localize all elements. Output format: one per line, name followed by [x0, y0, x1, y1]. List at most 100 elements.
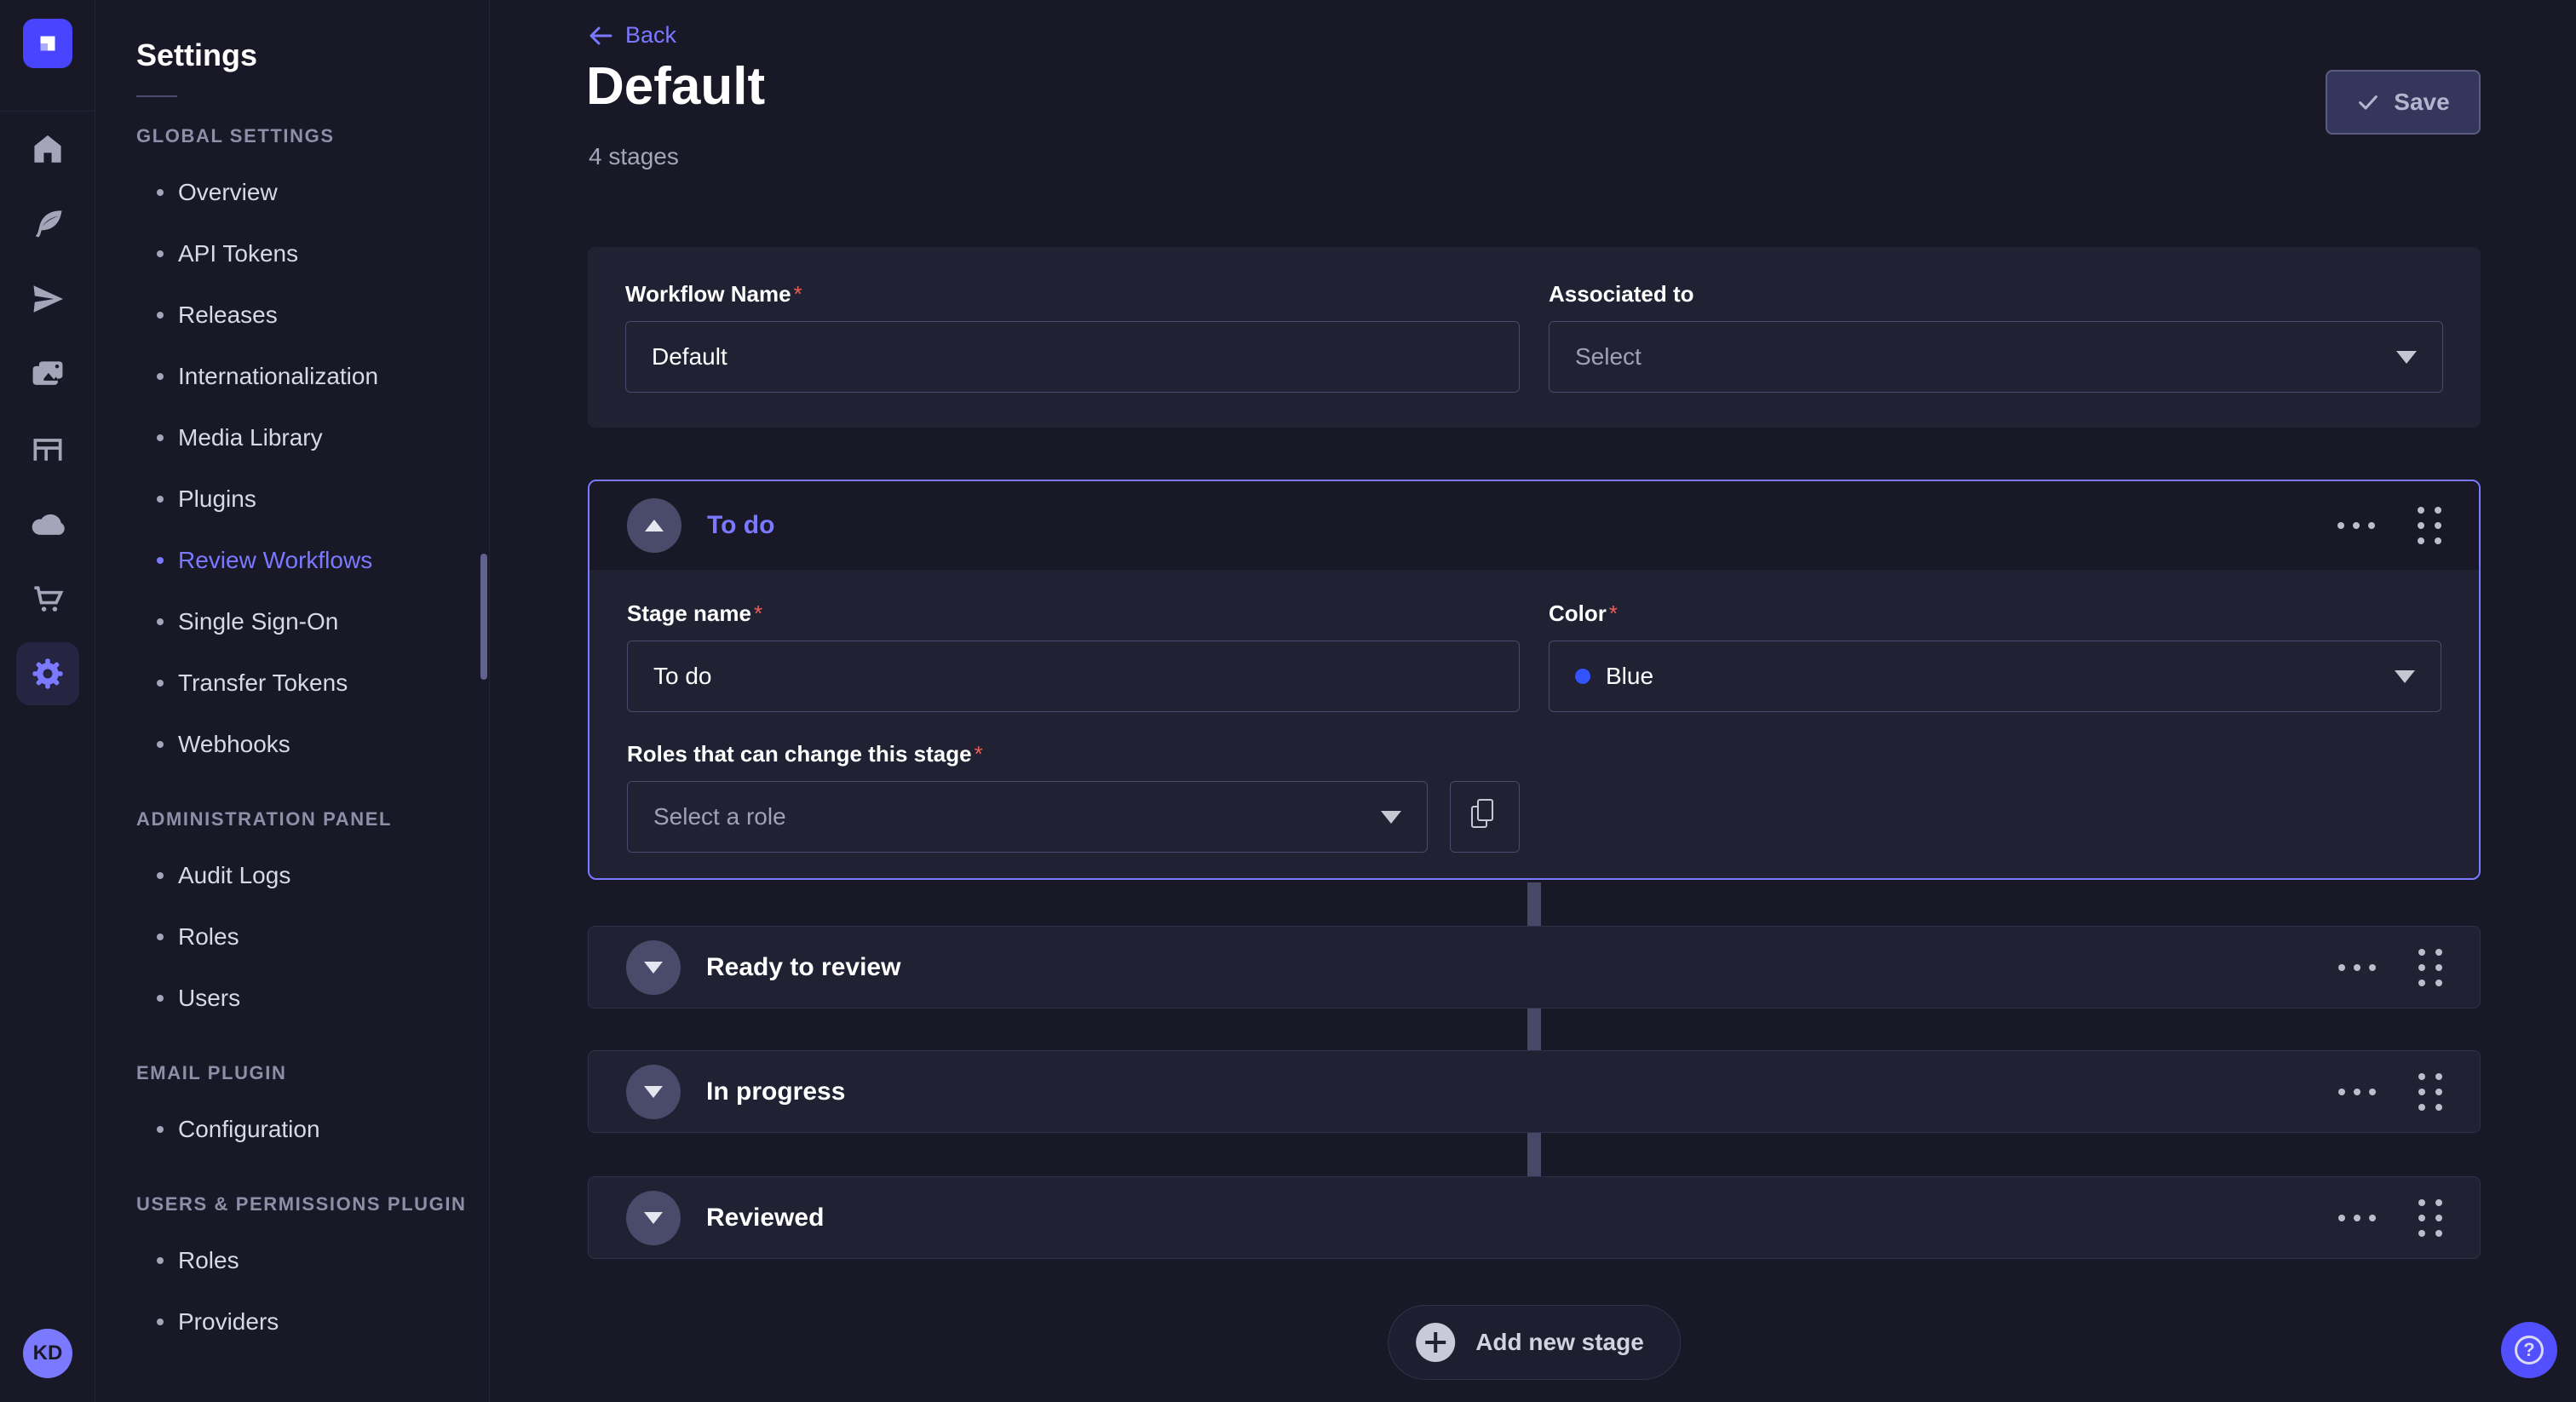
- bullet-icon: [157, 995, 164, 1002]
- bullet-icon: [157, 557, 164, 564]
- save-button[interactable]: Save: [2326, 70, 2481, 135]
- settings-gear-icon[interactable]: [0, 636, 95, 711]
- section-administration-panel: ADMINISTRATION PANEL: [136, 806, 489, 833]
- workflow-name-label: Workflow Name: [625, 281, 791, 307]
- drag-handle-icon[interactable]: [2418, 507, 2441, 544]
- layout-panels-icon[interactable]: [0, 411, 95, 486]
- user-avatar[interactable]: KD: [23, 1329, 72, 1378]
- stage-name-text: Reviewed: [706, 1204, 824, 1232]
- add-new-stage-button[interactable]: Add new stage: [1388, 1305, 1681, 1380]
- home-icon[interactable]: [0, 112, 95, 187]
- more-options-icon[interactable]: [2337, 1208, 2378, 1228]
- color-label: Color: [1549, 600, 1607, 626]
- more-options-icon[interactable]: [2336, 515, 2377, 536]
- bullet-icon: [157, 1257, 164, 1264]
- bullet-icon: [157, 934, 164, 940]
- plus-icon: [1416, 1323, 1455, 1362]
- media-images-icon[interactable]: [0, 336, 95, 411]
- check-icon: [2356, 90, 2380, 114]
- feather-content-icon[interactable]: [0, 187, 95, 261]
- more-options-icon[interactable]: [2337, 957, 2378, 978]
- bullet-icon: [157, 741, 164, 748]
- color-select[interactable]: Blue: [1549, 641, 2441, 712]
- stage-name-text: Ready to review: [706, 953, 900, 982]
- sidebar-nav: GLOBAL SETTINGS Overview API Tokens Rele…: [96, 123, 489, 1353]
- bullet-icon: [157, 189, 164, 196]
- stage-card-to-do: To do Stage name* Color*: [588, 480, 2481, 880]
- required-asterisk: *: [1609, 600, 1618, 626]
- required-asterisk: *: [794, 281, 802, 307]
- strapi-settings-app: KD Settings GLOBAL SETTINGS Overview API…: [0, 0, 2576, 1402]
- sidebar-item-review-workflows[interactable]: Review Workflows: [96, 530, 489, 591]
- sidebar-title: Settings: [136, 37, 489, 73]
- sidebar-item-overview[interactable]: Overview: [96, 162, 489, 223]
- sidebar-item-audit-logs[interactable]: Audit Logs: [96, 845, 489, 906]
- drag-handle-icon[interactable]: [2418, 1073, 2442, 1111]
- sidebar-scrollbar-thumb[interactable]: [480, 554, 487, 680]
- sidebar-item-admin-roles[interactable]: Roles: [96, 906, 489, 968]
- sidebar-item-internationalization[interactable]: Internationalization: [96, 346, 489, 407]
- bullet-icon: [157, 434, 164, 441]
- section-users-permissions-plugin: USERS & PERMISSIONS PLUGIN: [136, 1191, 489, 1218]
- back-arrow-icon: [588, 26, 613, 46]
- strapi-logo-glyph: [33, 29, 62, 58]
- stage-card-ready-to-review: Ready to review: [588, 926, 2481, 1008]
- sidebar-item-api-tokens[interactable]: API Tokens: [96, 223, 489, 284]
- chevron-down-icon: [2396, 351, 2417, 364]
- sidebar-title-divider: [136, 95, 177, 97]
- chevron-down-icon: [2395, 670, 2415, 683]
- more-options-icon[interactable]: [2337, 1082, 2378, 1102]
- bullet-icon: [157, 373, 164, 380]
- bullet-icon: [157, 496, 164, 503]
- active-tile: [16, 642, 79, 705]
- drag-handle-icon[interactable]: [2418, 949, 2442, 986]
- paper-plane-icon[interactable]: [0, 261, 95, 336]
- stage-card-in-progress: In progress: [588, 1050, 2481, 1133]
- sidebar-item-webhooks[interactable]: Webhooks: [96, 714, 489, 775]
- sidebar-item-users[interactable]: Users: [96, 968, 489, 1029]
- collapse-toggle-button[interactable]: [627, 498, 681, 553]
- back-link[interactable]: Back: [588, 22, 676, 49]
- sidebar-item-transfer-tokens[interactable]: Transfer Tokens: [96, 652, 489, 714]
- expand-toggle-button[interactable]: [626, 1191, 681, 1245]
- bullet-icon: [157, 312, 164, 319]
- roles-select[interactable]: Select a role: [627, 781, 1428, 853]
- stage-name-text: To do: [707, 511, 774, 540]
- required-asterisk: *: [975, 741, 983, 767]
- associated-to-placeholder: Select: [1575, 343, 1642, 371]
- bullet-icon: [157, 618, 164, 625]
- sidebar-item-up-roles[interactable]: Roles: [96, 1230, 489, 1291]
- sidebar-item-plugins[interactable]: Plugins: [96, 468, 489, 530]
- duplicate-roles-button[interactable]: [1450, 781, 1520, 853]
- bullet-icon: [157, 1319, 164, 1325]
- strapi-logo-icon[interactable]: [23, 19, 72, 68]
- cloud-icon[interactable]: [0, 486, 95, 561]
- stage-name-label: Stage name: [627, 600, 751, 626]
- roles-placeholder: Select a role: [653, 803, 786, 830]
- expand-toggle-button[interactable]: [626, 940, 681, 995]
- help-button[interactable]: ?: [2501, 1322, 2557, 1378]
- nav-rail: KD: [0, 0, 95, 1402]
- associated-to-select[interactable]: Select: [1549, 321, 2443, 393]
- drag-handle-icon[interactable]: [2418, 1199, 2442, 1237]
- back-label: Back: [625, 22, 676, 49]
- page-title: Default: [586, 56, 765, 117]
- sidebar-item-providers[interactable]: Providers: [96, 1291, 489, 1353]
- sidebar-item-email-configuration[interactable]: Configuration: [96, 1099, 489, 1160]
- workflow-info-panel: Workflow Name* Associated to Select: [588, 247, 2481, 428]
- chevron-down-icon: [644, 962, 663, 974]
- settings-sidebar: Settings GLOBAL SETTINGS Overview API To…: [96, 0, 490, 1402]
- rail-icon-list: [0, 112, 95, 711]
- workflow-name-input[interactable]: [625, 321, 1520, 393]
- sidebar-item-media-library[interactable]: Media Library: [96, 407, 489, 468]
- color-swatch-blue: [1575, 669, 1590, 684]
- marketplace-cart-icon[interactable]: [0, 561, 95, 636]
- expand-toggle-button[interactable]: [626, 1065, 681, 1119]
- sidebar-item-releases[interactable]: Releases: [96, 284, 489, 346]
- sidebar-item-single-sign-on[interactable]: Single Sign-On: [96, 591, 489, 652]
- stage-card-reviewed: Reviewed: [588, 1176, 2481, 1259]
- question-mark-icon: ?: [2515, 1336, 2544, 1365]
- stage-name-input[interactable]: [627, 641, 1520, 712]
- chevron-down-icon: [644, 1212, 663, 1224]
- roles-label: Roles that can change this stage: [627, 741, 972, 767]
